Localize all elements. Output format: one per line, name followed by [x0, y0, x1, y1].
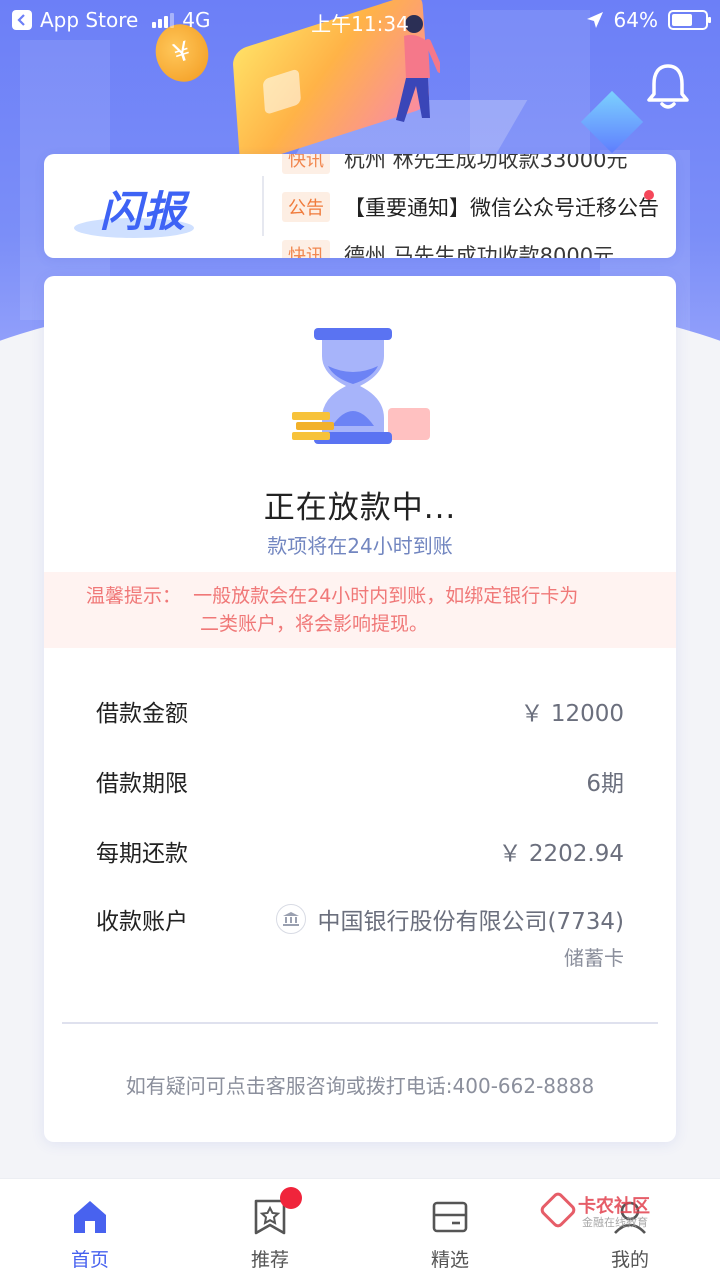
card-icon	[432, 1201, 468, 1233]
watermark: 卡农社区 金融在线教育	[538, 1190, 670, 1232]
tab-profile-label: 我的	[610, 1249, 649, 1271]
loan-term-row: 借款期限 6期	[96, 764, 624, 798]
tab-featured-label: 精选	[430, 1249, 469, 1271]
tab-recommend-label: 推荐	[250, 1249, 289, 1271]
bell-icon[interactable]	[646, 62, 690, 112]
status-subtitle: 款项将在24小时到账	[267, 534, 453, 558]
status-bar: App Store 4G 上午11:34 64%	[0, 0, 720, 40]
news-tag: 公告	[282, 192, 330, 222]
battery-percent: 64%	[613, 8, 658, 32]
divider	[62, 1022, 658, 1024]
tab-home[interactable]: 首页	[0, 1179, 180, 1280]
loan-term-label: 借款期限	[96, 771, 188, 797]
loan-amount-row: 借款金额 ￥ 12000	[96, 694, 624, 728]
news-text: 德州 马先生成功收款8000元	[344, 244, 615, 258]
news-divider	[262, 176, 264, 236]
account-label: 收款账户	[96, 909, 188, 935]
news-item[interactable]: 公告 【重要通知】微信公众号迁移公告	[282, 192, 659, 222]
news-list: 快讯 杭州 林先生成功收款33000元 公告 【重要通知】微信公众号迁移公告 快…	[282, 154, 662, 258]
unread-dot	[644, 190, 654, 200]
tip-text-line1: 一般放款会在24小时内到账，如绑定银行卡为	[193, 585, 579, 607]
installment-label: 每期还款	[96, 841, 188, 867]
hourglass-icon	[292, 328, 430, 444]
tab-home-label: 首页	[70, 1249, 109, 1271]
signal-icon	[152, 12, 175, 28]
account-value: 中国银行股份有限公司(7734)	[317, 909, 624, 935]
home-icon	[74, 1201, 106, 1233]
bank-icon	[275, 904, 306, 934]
battery-icon	[668, 10, 711, 30]
loan-amount-label: 借款金额	[96, 701, 188, 727]
status-title: 正在放款中...	[263, 490, 457, 526]
news-text: 杭州 林先生成功收款33000元	[344, 154, 628, 172]
location-arrow-icon	[586, 12, 603, 28]
notification-badge	[280, 1187, 302, 1209]
installment-value: ￥ 2202.94	[498, 841, 624, 867]
help-text[interactable]: 如有疑问可点击客服咨询或拨打电话:400-662-8888	[44, 1070, 676, 1099]
loan-status-card: 正在放款中... 款项将在24小时到账 温馨提示： 一般放款会在24小时内到账，…	[44, 276, 676, 1142]
news-item[interactable]: 快讯 杭州 林先生成功收款33000元	[282, 154, 627, 174]
installment-row: 每期还款 ￥ 2202.94	[96, 834, 624, 868]
network-type: 4G	[182, 8, 211, 32]
flash-news-logo-text: 闪报	[100, 187, 187, 236]
back-to-app-label[interactable]: App Store	[40, 8, 138, 32]
back-chevron-icon[interactable]	[12, 10, 32, 30]
tip-box: 温馨提示： 一般放款会在24小时内到账，如绑定银行卡为 二类账户，将会影响提现。	[44, 572, 676, 648]
tab-featured[interactable]: 精选	[360, 1179, 540, 1280]
loan-amount-value: ￥ 12000	[520, 701, 624, 727]
account-type: 储蓄卡	[564, 946, 624, 970]
watermark-sub: 金融在线教育	[582, 1216, 648, 1229]
account-row: 收款账户 中国银行股份有限公司(7734)	[96, 902, 624, 936]
news-tag: 快讯	[282, 240, 330, 258]
news-tag: 快讯	[282, 154, 330, 174]
battery-level	[672, 14, 693, 26]
flash-news-logo: 闪报	[74, 174, 224, 238]
tab-recommend[interactable]: 推荐	[180, 1179, 360, 1280]
watermark-logo-icon	[538, 1190, 578, 1230]
news-text: 【重要通知】微信公众号迁移公告	[344, 196, 659, 220]
tip-text-line2: 二类账户，将会影响提现。	[200, 613, 429, 635]
loan-term-value: 6期	[586, 771, 624, 797]
news-item[interactable]: 快讯 德州 马先生成功收款8000元	[282, 240, 614, 258]
tip-label: 温馨提示：	[86, 585, 182, 607]
diamond-icon	[580, 90, 644, 154]
news-ticker[interactable]: 闪报 快讯 杭州 林先生成功收款33000元 公告 【重要通知】微信公众号迁移公…	[44, 154, 676, 258]
